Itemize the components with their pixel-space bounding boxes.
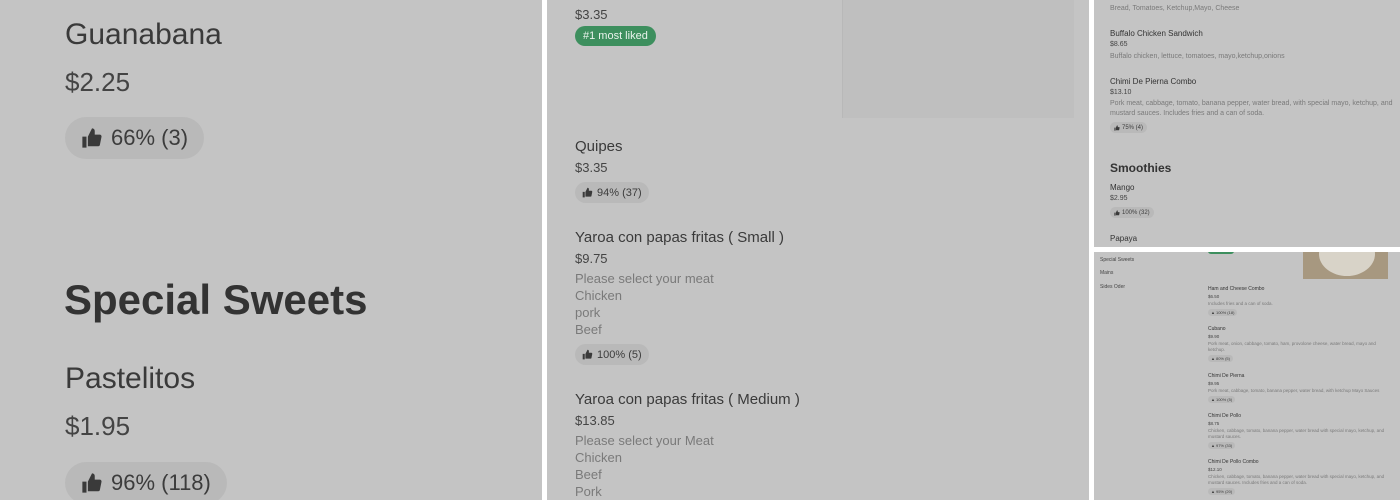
section-title-special-sweets: Special Sweets [64,276,368,323]
item-description: Bread, Tomatoes, Ketchup,Mayo, Cheese [1110,5,1240,12]
thumbs-up-icon: ▲ [1211,356,1215,361]
item-name-chimi-de-pierna[interactable]: Chimi De Pierna [1208,373,1244,379]
nav-item-mains[interactable]: Mains [1100,270,1113,276]
item-price: $9.95 [1208,381,1220,386]
green-badge-partial [1208,252,1234,254]
rating-badge-guanabana: 66% (3) [65,117,205,159]
rating-text: 75% (4) [1122,124,1144,131]
rating-text: 100% (5) [597,348,642,361]
thumbs-up-icon: ▲ [1211,397,1215,402]
item-option: Beef [575,322,602,337]
rating-text: 97% (33) [1215,443,1233,448]
rating-text: 94% (37) [597,186,642,199]
item-description: Chicken, cabbage, tomato, banana pepper,… [1208,474,1385,479]
item-description: Pork meat, cabbage, tomato, banana peppe… [1208,388,1380,393]
rating-badge-pastelitos: 96% (118) [65,462,227,500]
rating-text: 95% (20) [1215,489,1233,494]
menu-panel-list: $3.35 #1 most liked Quipes $3.35 94% (37… [547,0,1089,500]
nav-item-special-sweets[interactable]: Special Sweets [1100,257,1134,263]
item-name-yaroa-medium[interactable]: Yaroa con papas fritas ( Medium ) [575,391,800,408]
item-price-pastelitos: $1.95 [65,411,131,441]
item-name-mango[interactable]: Mango [1110,183,1134,192]
item-price: $9.90 [1208,334,1220,339]
item-name-yaroa-small[interactable]: Yaroa con papas fritas ( Small ) [575,229,784,246]
food-image[interactable] [1303,252,1388,279]
rating-badge-yaroa-small: 100% (5) [575,344,649,365]
item-option: Chicken [575,288,622,303]
item-name-ham-and-cheese-combo[interactable]: Ham and Cheese Combo [1208,286,1264,292]
rating-text: 66% (3) [111,125,189,150]
rating-text: 100% (5) [1215,397,1233,402]
item-option: Please select your meat [575,271,714,286]
most-liked-badge: #1 most liked [575,26,656,46]
thumbs-up-icon [82,128,102,148]
item-name-cubano[interactable]: Cubano [1208,326,1226,332]
rating-badge: ▲ 97% (33) [1208,442,1236,449]
item-description: mustard sauces. Includes fries and a can… [1110,110,1265,117]
item-name-chimi-de-pollo[interactable]: Chimi De Pollo [1208,413,1241,419]
item-price-yaroa-medium: $13.85 [575,413,615,428]
item-price: $8.75 [1208,421,1220,426]
rating-badge: 75% (4) [1110,122,1148,133]
item-name-pastelitos[interactable]: Pastelitos [65,362,195,396]
item-description: Buffalo chicken, lettuce, tomatoes, mayo… [1110,53,1285,60]
menu-panel-small-bottom: Special Sweets Mains Sides Oder Ham and … [1094,252,1400,500]
thumbs-up-icon [582,349,593,360]
item-name-buffalo-chicken-sandwich[interactable]: Buffalo Chicken Sandwich [1110,29,1203,38]
item-price: $8.65 [1110,41,1128,48]
rating-badge: ▲ 95% (20) [1208,488,1236,495]
item-price-yaroa-small: $9.75 [575,251,608,266]
rating-badge: ▲ 100% (18) [1208,309,1238,316]
rating-badge-quipes: 94% (37) [575,182,649,203]
rating-text: 100% (32) [1122,209,1150,216]
menu-panel-small-top: Bread, Tomatoes, Ketchup,Mayo, Cheese Bu… [1094,0,1400,247]
item-description: Chicken, cabbage, tomato, banana pepper,… [1208,428,1385,433]
item-name-chimi-de-pierna-combo[interactable]: Chimi De Pierna Combo [1110,77,1196,86]
thumbs-up-icon [1114,124,1120,131]
item-price-guanabana: $2.25 [65,67,131,97]
item-price-quipes: $3.35 [575,160,608,175]
item-description: mustard sauces. [1208,434,1242,439]
item-price: $6.50 [1208,294,1220,299]
rating-text: 80% (5) [1215,356,1230,361]
rating-text: 96% (118) [111,470,211,495]
item-price: $2.95 [1110,195,1128,202]
item-option: Pork [575,484,602,499]
item-name-papaya[interactable]: Papaya [1110,234,1137,243]
thumbs-up-icon: ▲ [1211,443,1215,448]
thumbs-up-icon: ▲ [1211,489,1215,494]
item-description: Pork meat, onion, cabbage, tomato, ham, … [1208,341,1376,346]
item-price: $13.10 [1110,89,1132,96]
item-price-top: $3.35 [575,7,608,22]
thumbs-up-icon: ▲ [1211,310,1215,315]
item-image-placeholder[interactable] [842,0,1074,118]
item-price: $12.10 [1208,467,1222,472]
item-description: mustard sauces. Includes fries and a can… [1208,480,1308,485]
item-name-guanabana[interactable]: Guanabana [65,18,222,52]
item-option: Beef [575,467,602,482]
item-description: ketchup. [1208,347,1226,352]
rating-badge: ▲ 80% (5) [1208,355,1233,362]
item-option: pork [575,305,601,320]
thumbs-up-icon [1114,209,1120,216]
item-option: Please select your Meat [575,433,714,448]
item-description: Includes fries and a can of soda. [1208,301,1273,306]
plate-shape [1319,252,1375,276]
rating-badge: 100% (32) [1110,207,1154,218]
rating-badge: ▲ 100% (5) [1208,396,1236,403]
item-name-chimi-de-pollo-combo[interactable]: Chimi De Pollo Combo [1208,459,1259,465]
section-title-smoothies: Smoothies [1110,161,1172,175]
item-option: Chicken [575,450,622,465]
most-liked-text: #1 most liked [583,30,648,42]
thumbs-up-icon [82,473,102,493]
thumbs-up-icon [582,187,593,198]
item-name-quipes[interactable]: Quipes [575,138,623,155]
menu-panel-zoomed: Guanabana $2.25 66% (3) Special Sweets P… [0,0,542,500]
item-description: Pork meat, cabbage, tomato, banana peppe… [1110,100,1393,107]
nav-item-sides-oder[interactable]: Sides Oder [1100,284,1125,290]
rating-text: 100% (18) [1215,310,1235,315]
